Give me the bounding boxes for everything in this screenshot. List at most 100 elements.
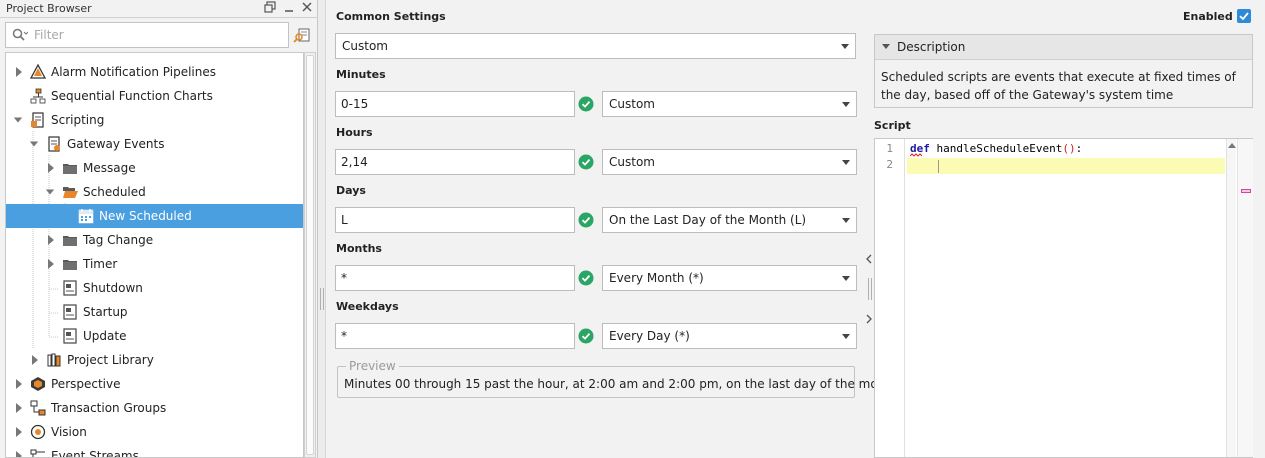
tree-item-label: Scripting (51, 113, 105, 127)
valid-check-icon (578, 154, 594, 170)
tree-item-sequential-function-charts[interactable]: Sequential Function Charts (6, 84, 303, 108)
tree-item-perspective[interactable]: Perspective (6, 372, 303, 396)
tree-item-label: Project Library (67, 353, 154, 367)
scheduled-event-editor: Common Settings Custom Minutes Custom Ho… (327, 0, 1265, 458)
tree-item-scheduled[interactable]: Scheduled (6, 180, 303, 204)
tree-item-startup[interactable]: Startup (6, 300, 303, 324)
editor-scrollbar[interactable] (1226, 139, 1236, 457)
tree-item-timer[interactable]: Timer (6, 252, 303, 276)
chevron-down-icon (842, 334, 850, 339)
splitter-grip-icon[interactable] (868, 278, 872, 300)
tree-item-label: Shutdown (83, 281, 143, 295)
filter-field[interactable] (5, 22, 289, 48)
close-icon[interactable] (300, 1, 314, 15)
expand-arrow-icon[interactable] (30, 354, 40, 366)
weekdays-preset-dropdown[interactable]: Every Day (*) (602, 323, 857, 349)
days-label: Days (336, 184, 366, 197)
hours-input[interactable] (341, 153, 565, 171)
expand-arrow-icon[interactable] (46, 162, 56, 174)
months-preset-value: Every Month (*) (609, 271, 704, 285)
script-icon (63, 304, 77, 320)
transaction-groups-icon (30, 400, 46, 416)
minutes-field[interactable] (335, 91, 575, 117)
hours-preset-dropdown[interactable]: Custom (602, 149, 857, 175)
text-caret (938, 160, 939, 173)
valid-check-icon (578, 328, 594, 344)
collapse-arrow-icon[interactable] (29, 138, 39, 150)
tree-item-update[interactable]: Update (6, 324, 303, 348)
tree-item-scripting[interactable]: Scripting (6, 108, 303, 132)
chevron-down-icon (842, 102, 850, 107)
tree-item-label: Message (83, 161, 136, 175)
current-line-highlight (907, 158, 1225, 174)
tree-item-vision[interactable]: Vision (6, 420, 303, 444)
script-editor[interactable]: 1 2 def handleScheduleEvent(): (874, 138, 1253, 458)
minimize-icon[interactable] (282, 1, 296, 15)
enabled-checkbox[interactable] (1237, 9, 1251, 23)
preview-box: Preview Minutes 00 through 15 past the h… (337, 359, 898, 398)
hours-field[interactable] (335, 149, 575, 175)
tree-item-label: Tag Change (83, 233, 154, 247)
days-field[interactable] (335, 207, 575, 233)
locate-in-tree-icon[interactable] (293, 26, 311, 44)
filter-input[interactable] (34, 26, 284, 44)
collapse-arrow-icon[interactable] (45, 186, 55, 198)
tree-item-label: Alarm Notification Pipelines (51, 65, 217, 79)
tree-item-transaction-groups[interactable]: Transaction Groups (6, 396, 303, 420)
tree-item-shutdown[interactable]: Shutdown (6, 276, 303, 300)
scroll-up-icon[interactable] (1228, 143, 1236, 148)
expand-arrow-icon[interactable] (46, 258, 56, 270)
folder-icon (63, 260, 77, 270)
expand-arrow-icon[interactable] (14, 450, 24, 458)
weekdays-input[interactable] (341, 327, 565, 345)
weekdays-field[interactable] (335, 323, 575, 349)
hours-preset-value: Custom (609, 155, 655, 169)
gateway-events-icon (48, 136, 60, 152)
collapse-left-icon[interactable] (864, 252, 874, 266)
checkmark-icon (1239, 12, 1249, 21)
code-line[interactable]: def handleScheduleEvent(): (910, 142, 1082, 155)
months-label: Months (336, 242, 382, 255)
days-preset-value: On the Last Day of the Month (L) (609, 213, 807, 227)
expand-arrow-icon[interactable] (46, 234, 56, 246)
collapse-right-icon[interactable] (864, 312, 874, 326)
error-marker[interactable] (1241, 189, 1251, 193)
expand-arrow-icon[interactable] (14, 378, 24, 390)
tree-scrollbar[interactable] (304, 52, 316, 458)
preview-text: Minutes 00 through 15 past the hour, at … (344, 377, 898, 391)
float-window-icon[interactable] (263, 1, 277, 15)
valid-check-icon (578, 96, 594, 112)
description-title: Description (897, 40, 966, 54)
common-settings-dropdown[interactable]: Custom (335, 33, 856, 59)
tree-item-event-streams[interactable]: Event Streams (6, 444, 303, 458)
expand-arrow-icon[interactable] (14, 426, 24, 438)
tree-item-tag-change[interactable]: Tag Change (6, 228, 303, 252)
tree-item-project-library[interactable]: Project Library (6, 348, 303, 372)
tree-item-label: Vision (51, 425, 87, 439)
description-header[interactable]: Description (875, 35, 1252, 60)
tree-item-label: Scheduled (83, 185, 146, 199)
chevron-down-icon (842, 218, 850, 223)
days-input[interactable] (341, 211, 565, 229)
splitter-grip-icon[interactable] (320, 288, 324, 310)
expand-arrow-icon[interactable] (14, 402, 24, 414)
months-preset-dropdown[interactable]: Every Month (*) (602, 265, 857, 291)
valid-check-icon (578, 270, 594, 286)
browser-splitter[interactable] (318, 0, 326, 458)
tree-item-label: Gateway Events (67, 137, 165, 151)
tree-item-alarm-notification-pipelines[interactable]: Alarm Notification Pipelines (6, 60, 303, 84)
tree-item-new-scheduled[interactable]: New Scheduled (6, 204, 303, 228)
project-browser-panel: Project Browser Filter Alarm Notificatio… (0, 0, 318, 458)
tree-item-label: Transaction Groups (51, 401, 167, 415)
tree-scrollbar-thumb[interactable] (306, 55, 314, 455)
minutes-input[interactable] (341, 95, 565, 113)
tree-item-gateway-events[interactable]: Gateway Events (6, 132, 303, 156)
expand-arrow-icon[interactable] (14, 66, 24, 78)
tree-item-message[interactable]: Message (6, 156, 303, 180)
vision-icon (30, 424, 46, 440)
months-field[interactable] (335, 265, 575, 291)
days-preset-dropdown[interactable]: On the Last Day of the Month (L) (602, 207, 857, 233)
minutes-preset-dropdown[interactable]: Custom (602, 91, 857, 117)
months-input[interactable] (341, 269, 565, 287)
collapse-arrow-icon[interactable] (13, 114, 23, 126)
